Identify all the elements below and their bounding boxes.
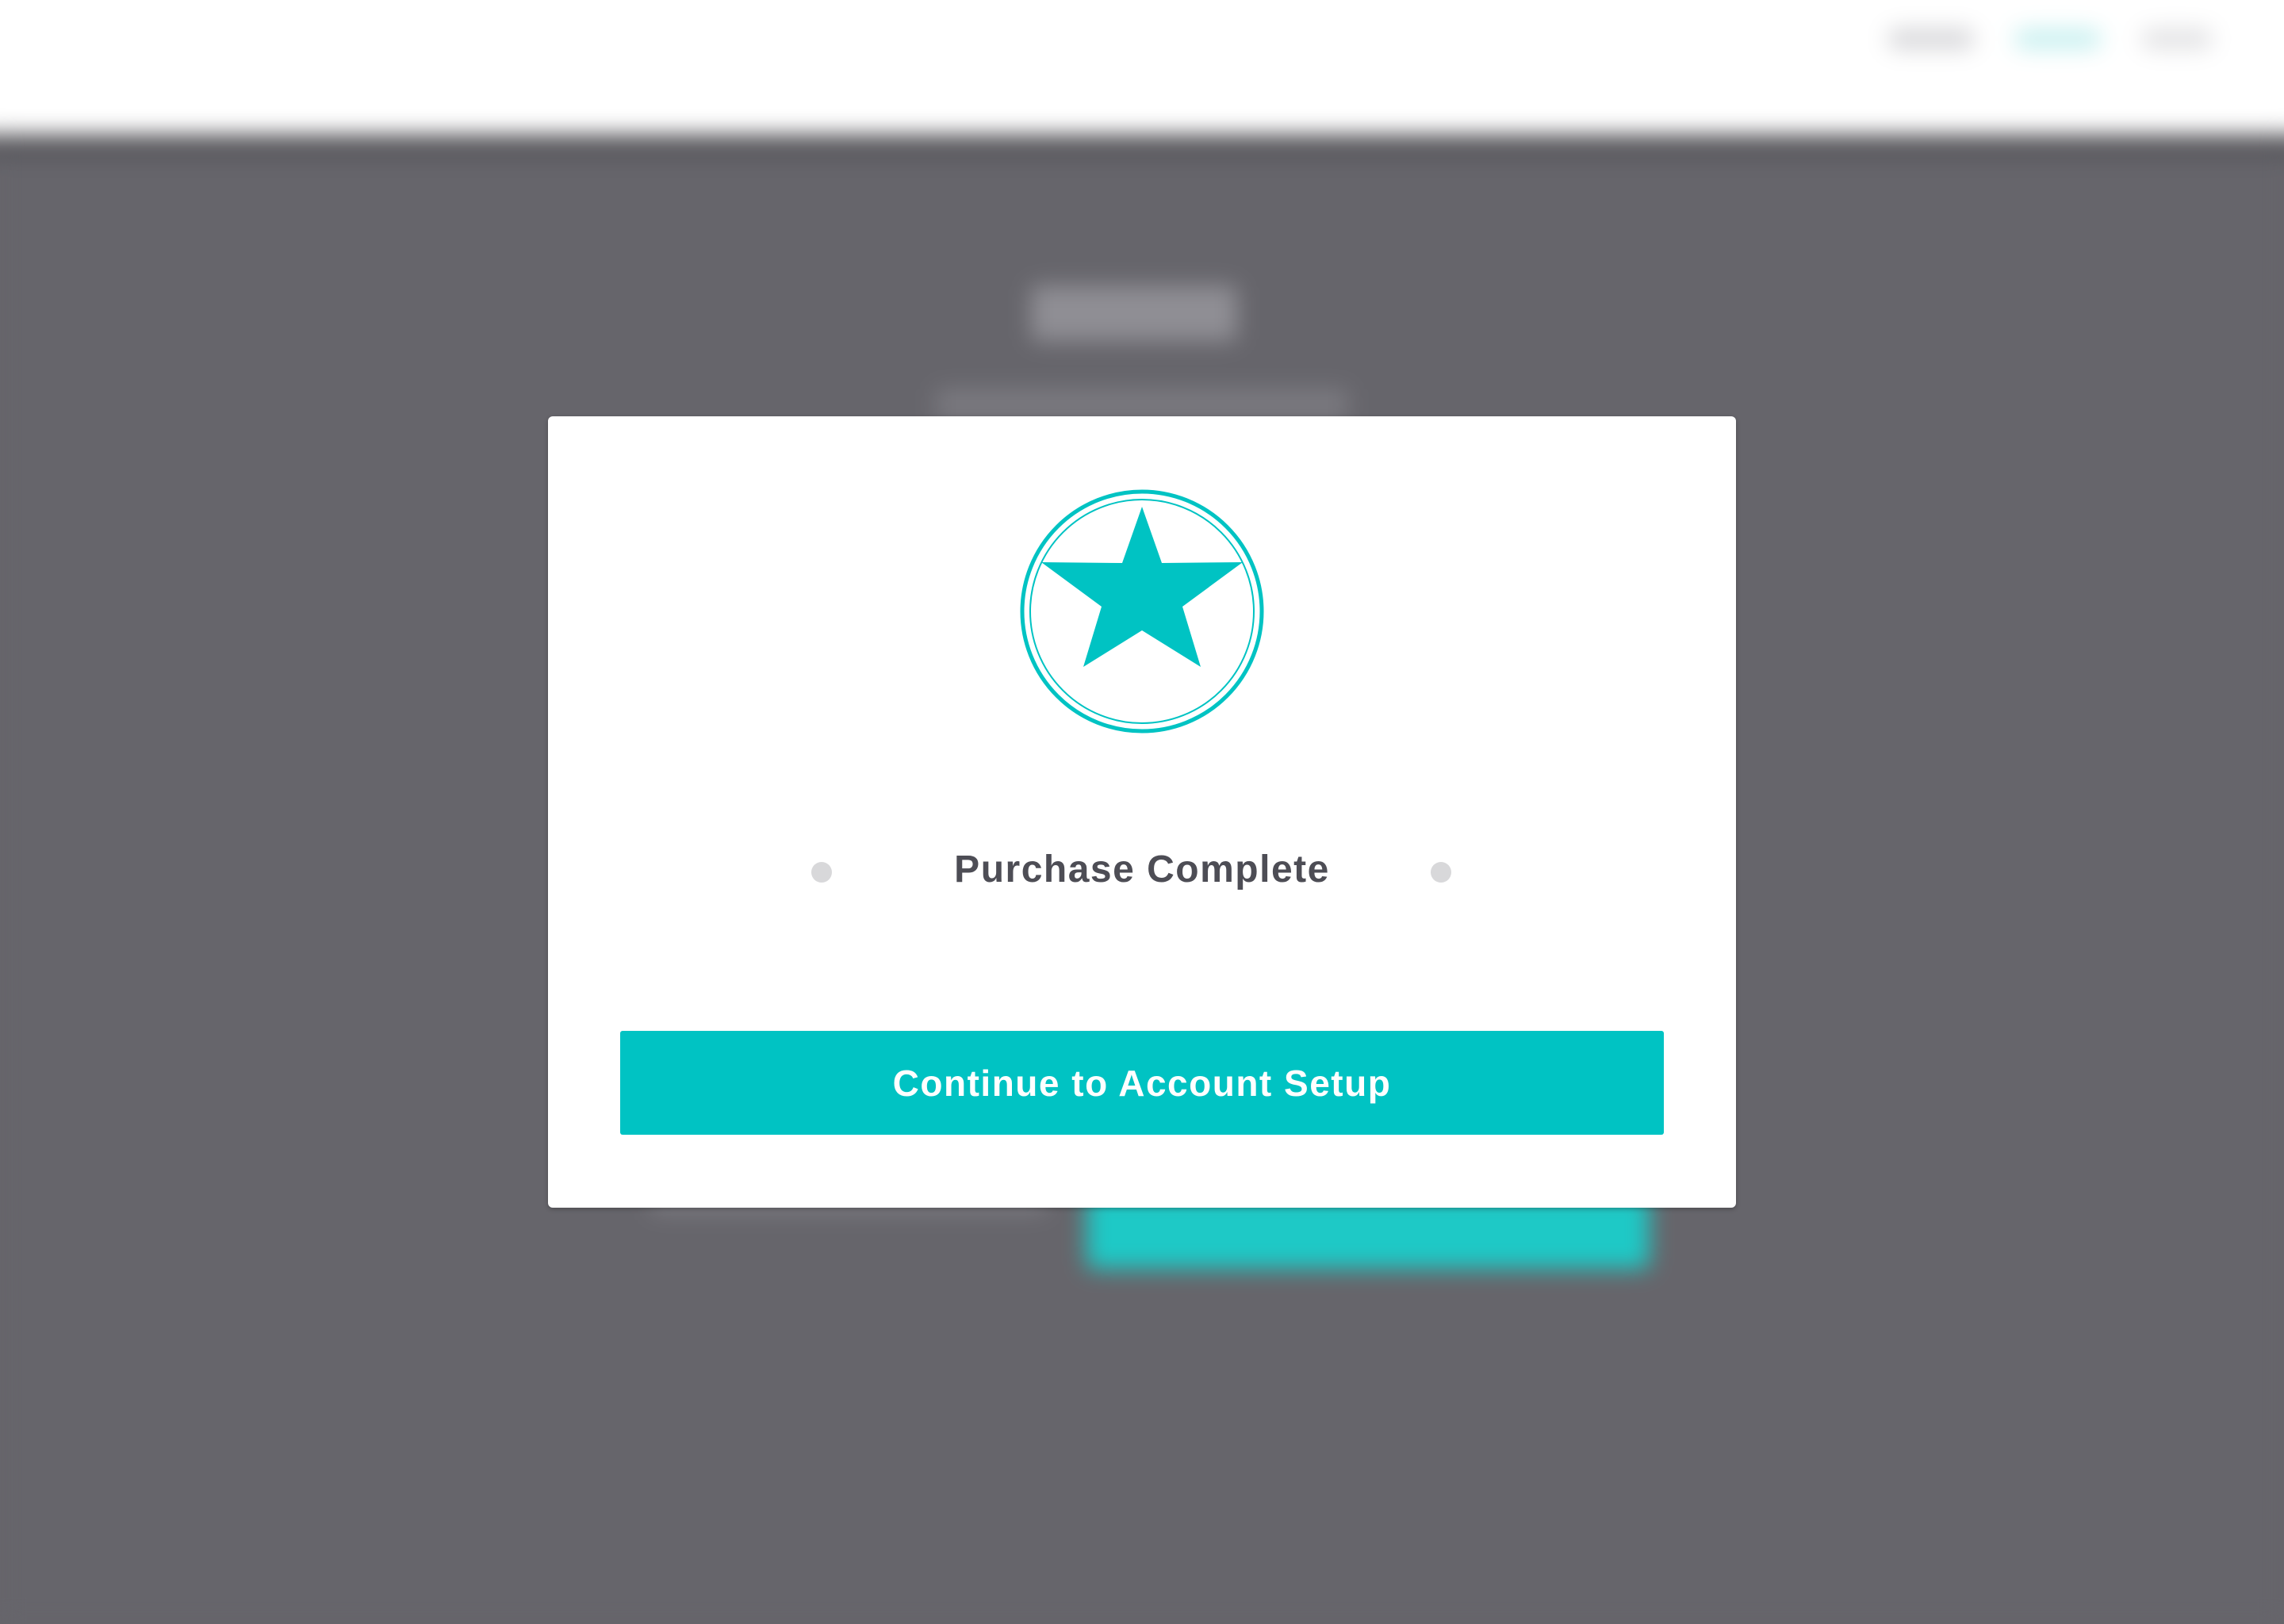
status-title: Purchase Complete (954, 848, 1330, 891)
background-nav-item (2014, 29, 2102, 49)
background-subheading (936, 389, 1348, 420)
status-row: Purchase Complete (548, 845, 1736, 892)
background-heading (1031, 285, 1237, 341)
purchase-complete-modal: Purchase Complete Continue to Account Se… (548, 416, 1736, 1208)
star-badge-icon (1018, 488, 1266, 735)
background-nav-item (1887, 29, 1975, 49)
background-nav-item (2141, 29, 2213, 49)
continue-to-account-setup-button[interactable]: Continue to Account Setup (620, 1031, 1664, 1135)
status-dot-right (1431, 862, 1451, 883)
background-top-bar (0, 0, 2284, 135)
